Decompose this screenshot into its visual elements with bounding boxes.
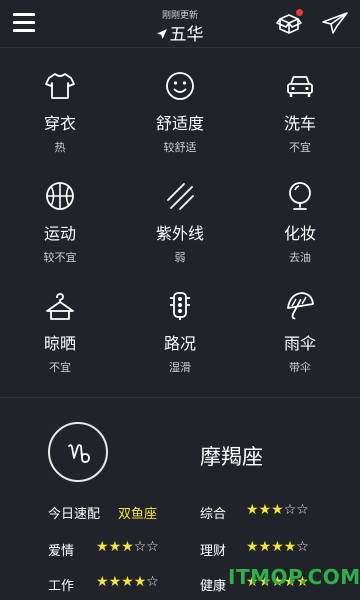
index-label: 洗车 — [283, 114, 316, 133]
star-filled-icon: ★ — [246, 502, 259, 518]
fortune-stars: ★★★★☆ — [96, 574, 159, 590]
index-label: 化妆 — [283, 224, 316, 243]
star-filled-icon: ★ — [96, 539, 109, 555]
index-item-traffic[interactable]: 路况 湿滑 — [120, 290, 240, 400]
send-icon[interactable] — [322, 12, 348, 34]
fortune-stars: ★★★☆☆ — [246, 502, 309, 518]
fortune-stars: ★★★★☆ — [246, 539, 309, 555]
traffic-light-icon — [170, 292, 190, 320]
star-filled-icon: ★ — [133, 574, 147, 590]
capricorn-icon — [68, 444, 90, 463]
index-item-makeup[interactable]: 化妆 去油 — [240, 180, 360, 290]
basketball-icon — [46, 182, 74, 210]
star-filled-icon: ★ — [271, 502, 284, 518]
hanger-icon — [46, 293, 74, 320]
index-item-sport[interactable]: 运动 较不宜 — [0, 180, 120, 290]
star-empty-icon: ☆ — [146, 539, 159, 555]
uv-rays-icon — [167, 183, 194, 210]
header-divider — [0, 47, 360, 48]
top-bar: 刚刚更新 五华 — [0, 0, 360, 46]
index-value: 较不宜 — [43, 251, 77, 264]
index-value: 不宜 — [289, 141, 311, 154]
fortune-label: 工作 — [48, 579, 75, 594]
match-label: 今日速配 — [48, 507, 101, 522]
index-item-comfort[interactable]: 舒适度 较舒适 — [120, 70, 240, 180]
zodiac-name: 摩羯座 — [200, 445, 263, 469]
star-filled-icon: ★ — [283, 539, 297, 555]
star-empty-icon: ☆ — [146, 574, 159, 590]
index-item-drying[interactable]: 晾晒 不宜 — [0, 290, 120, 400]
index-value: 不宜 — [49, 361, 71, 374]
match-value: 双鱼座 — [118, 507, 158, 522]
index-label: 舒适度 — [155, 114, 204, 133]
index-label: 穿衣 — [43, 114, 76, 133]
index-item-clothing[interactable]: 穿衣 热 — [0, 70, 120, 180]
star-filled-icon: ★ — [258, 502, 272, 518]
index-value: 热 — [54, 141, 66, 154]
index-value: 较舒适 — [163, 141, 197, 154]
index-label: 晾晒 — [43, 334, 76, 353]
fortune-label: 爱情 — [48, 544, 75, 559]
section-divider — [0, 397, 360, 398]
watermark: ITMOP.COM — [228, 565, 360, 589]
star-filled-icon: ★ — [121, 539, 134, 555]
star-filled-icon: ★ — [108, 539, 122, 555]
index-item-umbrella[interactable]: 雨伞 带伞 — [240, 290, 360, 400]
index-value: 去油 — [289, 251, 311, 264]
star-filled-icon: ★ — [108, 574, 122, 590]
index-item-uv[interactable]: 紫外线 弱 — [120, 180, 240, 290]
city-name: 五华 — [169, 25, 204, 45]
mirror-icon — [289, 182, 311, 210]
zodiac-symbol-badge — [48, 422, 108, 482]
umbrella-icon — [287, 292, 314, 320]
star-filled-icon: ★ — [271, 539, 284, 555]
index-label: 运动 — [43, 224, 76, 243]
index-value: 湿滑 — [169, 361, 191, 374]
index-label: 路况 — [163, 334, 196, 353]
index-value: 弱 — [174, 251, 186, 264]
location-arrow-icon — [156, 29, 167, 39]
fortune-stars: ★★★☆☆ — [96, 539, 159, 555]
star-filled-icon: ★ — [96, 574, 109, 590]
star-empty-icon: ☆ — [296, 539, 309, 555]
tshirt-icon — [45, 73, 75, 99]
index-value: 带伞 — [289, 361, 311, 374]
star-empty-icon: ☆ — [133, 539, 147, 555]
star-empty-icon: ☆ — [296, 502, 309, 518]
fortune-label: 综合 — [200, 507, 227, 522]
city-selector[interactable]: 五华 — [0, 20, 360, 45]
fortune-label: 理财 — [200, 544, 227, 559]
fortune-label: 健康 — [200, 579, 227, 594]
smiley-icon — [166, 72, 194, 100]
index-label: 紫外线 — [155, 224, 204, 243]
star-filled-icon: ★ — [258, 539, 272, 555]
index-item-carwash[interactable]: 洗车 不宜 — [240, 70, 360, 180]
notification-badge — [296, 9, 303, 16]
star-empty-icon: ☆ — [283, 502, 297, 518]
car-icon — [287, 76, 313, 97]
star-filled-icon: ★ — [121, 574, 134, 590]
star-filled-icon: ★ — [246, 539, 259, 555]
index-label: 雨伞 — [283, 334, 316, 353]
